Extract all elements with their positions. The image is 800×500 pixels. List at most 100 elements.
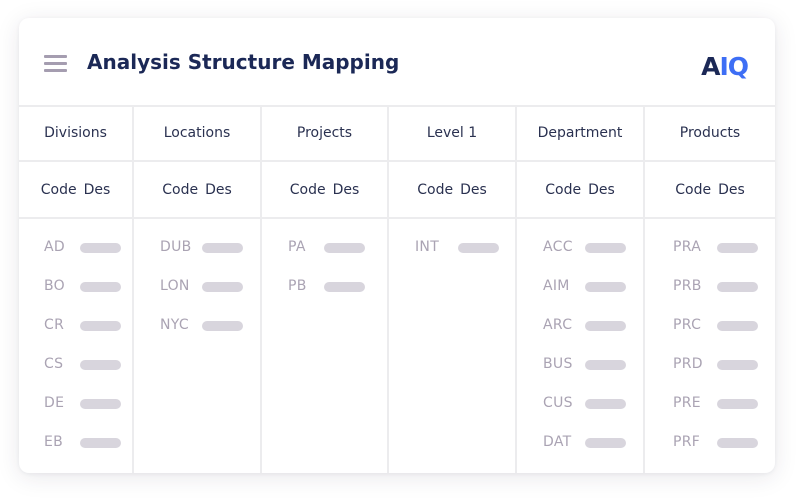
code-list: DUB LON NYC: [134, 219, 260, 356]
code-subheader: Code: [162, 181, 199, 198]
page-title: Analysis Structure Mapping: [87, 50, 400, 74]
list-item[interactable]: PRA: [673, 239, 775, 278]
list-item[interactable]: PB: [288, 278, 387, 317]
list-item[interactable]: LON: [160, 278, 260, 317]
description-placeholder: [717, 360, 758, 370]
list-item[interactable]: PRE: [673, 395, 775, 434]
description-placeholder: [717, 399, 758, 409]
column-header[interactable]: Products: [645, 105, 775, 162]
code-label: ACC: [543, 239, 573, 255]
code-label: BO: [44, 278, 65, 294]
list-item[interactable]: PRB: [673, 278, 775, 317]
code-label: CUS: [543, 395, 573, 411]
code-subheader: Code: [675, 181, 712, 198]
description-placeholder: [585, 360, 626, 370]
description-placeholder: [80, 438, 121, 448]
list-item[interactable]: BO: [44, 278, 132, 317]
column-subheader: Code Des: [389, 162, 515, 219]
description-subheader: Des: [332, 181, 360, 198]
description-placeholder: [324, 282, 365, 292]
description-placeholder: [717, 438, 758, 448]
column-subheader: Code Des: [19, 162, 132, 219]
column-level-1: Level 1 Code Des INT: [389, 105, 517, 473]
description-placeholder: [80, 360, 121, 370]
hamburger-menu-icon[interactable]: [44, 55, 67, 73]
list-item[interactable]: ARC: [543, 317, 643, 356]
list-item[interactable]: DAT: [543, 434, 643, 473]
code-label: NYC: [160, 317, 189, 333]
menu-line: [44, 69, 67, 72]
column-subheader: Code Des: [262, 162, 387, 219]
description-placeholder: [80, 282, 121, 292]
code-list: PA PB: [262, 219, 387, 317]
description-placeholder: [585, 438, 626, 448]
list-item[interactable]: PRD: [673, 356, 775, 395]
menu-line: [44, 55, 67, 58]
description-placeholder: [585, 243, 626, 253]
code-list: ACC AIM ARC BUS CUS DAT: [517, 219, 643, 473]
description-subheader: Des: [83, 181, 111, 198]
code-label: PRA: [673, 239, 702, 255]
code-subheader: Code: [289, 181, 326, 198]
code-list: AD BO CR CS DE EB: [19, 219, 132, 473]
column-subheader: Code Des: [517, 162, 643, 219]
list-item[interactable]: INT: [415, 239, 515, 278]
list-item[interactable]: ACC: [543, 239, 643, 278]
code-subheader: Code: [545, 181, 582, 198]
column-header[interactable]: Locations: [134, 105, 260, 162]
description-placeholder: [80, 399, 121, 409]
code-list: INT: [389, 219, 515, 278]
mapping-grid: Divisions Code Des AD BO CR CS DE EB Locations Cod…: [19, 105, 775, 473]
list-item[interactable]: CS: [44, 356, 132, 395]
description-subheader: Des: [718, 181, 745, 198]
description-subheader: Des: [460, 181, 487, 198]
column-header[interactable]: Department: [517, 105, 643, 162]
list-item[interactable]: AD: [44, 239, 132, 278]
code-list: PRA PRB PRC PRD PRE PRF: [645, 219, 775, 473]
column-header[interactable]: Level 1: [389, 105, 515, 162]
description-placeholder: [717, 243, 758, 253]
column-divisions: Divisions Code Des AD BO CR CS DE EB: [19, 105, 134, 473]
column-subheader: Code Des: [134, 162, 260, 219]
analysis-structure-card: Analysis Structure Mapping AIQ Divisions…: [19, 18, 775, 473]
list-item[interactable]: DE: [44, 395, 132, 434]
column-header[interactable]: Divisions: [19, 105, 132, 162]
description-placeholder: [80, 321, 121, 331]
code-label: PRF: [673, 434, 701, 450]
list-item[interactable]: PA: [288, 239, 387, 278]
list-item[interactable]: AIM: [543, 278, 643, 317]
list-item[interactable]: CR: [44, 317, 132, 356]
menu-line: [44, 62, 67, 65]
code-label: CR: [44, 317, 65, 333]
code-label: PRE: [673, 395, 701, 411]
description-placeholder: [717, 282, 758, 292]
list-item[interactable]: PRF: [673, 434, 775, 473]
code-label: LON: [160, 278, 190, 294]
list-item[interactable]: EB: [44, 434, 132, 473]
column-header[interactable]: Projects: [262, 105, 387, 162]
code-label: ARC: [543, 317, 573, 333]
description-placeholder: [458, 243, 499, 253]
list-item[interactable]: PRC: [673, 317, 775, 356]
column-projects: Projects Code Des PA PB: [262, 105, 389, 473]
description-placeholder: [585, 282, 626, 292]
description-placeholder: [585, 321, 626, 331]
description-placeholder: [717, 321, 758, 331]
code-label: PA: [288, 239, 306, 255]
list-item[interactable]: NYC: [160, 317, 260, 356]
column-department: Department Code Des ACC AIM ARC BUS CUS DAT: [517, 105, 645, 473]
code-label: PRD: [673, 356, 703, 372]
code-label: PRC: [673, 317, 702, 333]
code-label: EB: [44, 434, 64, 450]
code-label: DE: [44, 395, 65, 411]
description-placeholder: [80, 243, 121, 253]
column-subheader: Code Des: [645, 162, 775, 219]
column-locations: Locations Code Des DUB LON NYC: [134, 105, 262, 473]
logo-part-iq: IQ: [719, 52, 749, 81]
code-label: AIM: [543, 278, 570, 294]
description-placeholder: [202, 243, 243, 253]
list-item[interactable]: CUS: [543, 395, 643, 434]
aiq-logo: AIQ: [701, 52, 749, 81]
list-item[interactable]: BUS: [543, 356, 643, 395]
list-item[interactable]: DUB: [160, 239, 260, 278]
